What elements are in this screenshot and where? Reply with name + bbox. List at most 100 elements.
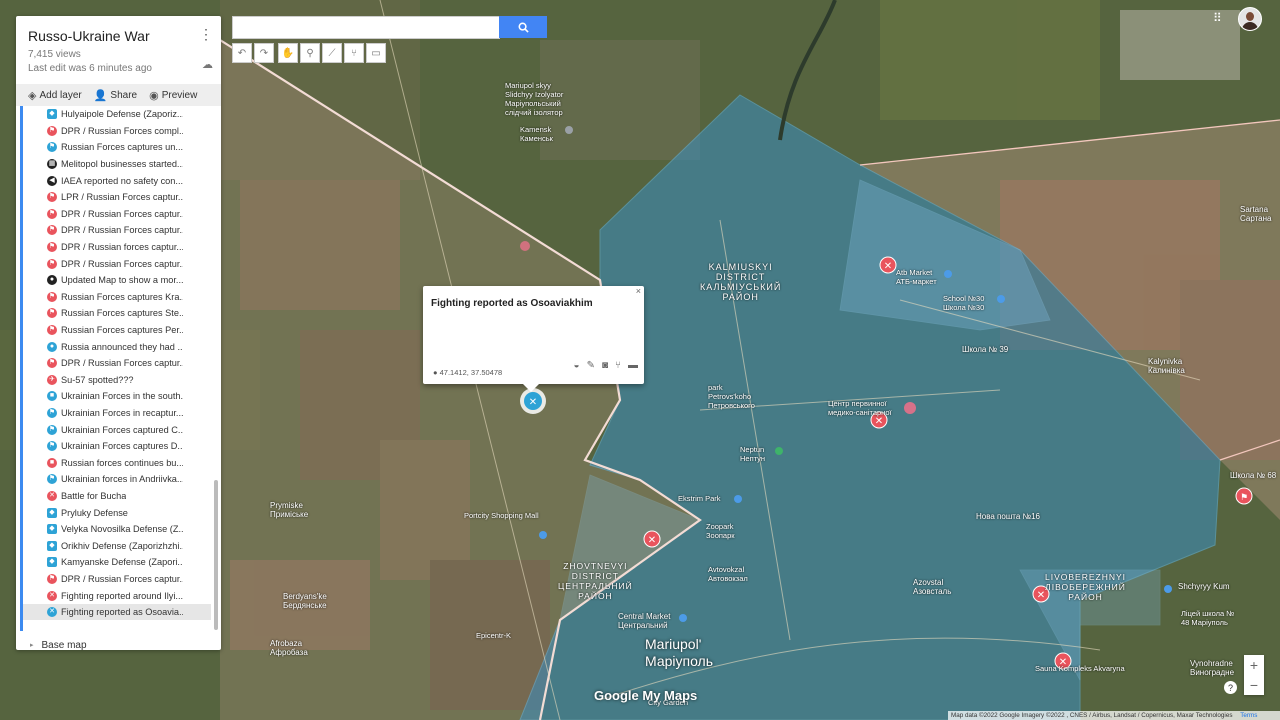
share-button[interactable]: 👤 Share [94, 89, 137, 102]
flag-icon: ⚑ [47, 208, 57, 219]
add-marker-icon[interactable]: ⚲ [300, 43, 320, 63]
directions-icon[interactable]: ⑂ [344, 43, 364, 63]
defense-icon: ◆ [47, 109, 57, 120]
map-label-poi: Mariupol skyy Slidchyy Izolyator Маріупо… [505, 81, 564, 117]
list-item[interactable]: ■ Ukrainian Forces in the south... [23, 388, 211, 405]
list-item[interactable]: ⚑ DPR / Russian Forces captur... [23, 206, 211, 223]
draw-line-icon[interactable]: ⟋ [322, 43, 342, 63]
map-label-district: ZHOVTNEVYI DISTRICT ЦЕНТРАЛЬНИЙ РАЙОН [558, 561, 633, 601]
list-item[interactable]: ⚑ DPR / Russian Forces captur... [23, 255, 211, 272]
avatar[interactable] [1238, 7, 1262, 31]
list-item[interactable]: ▦ Melitopol businesses started... [23, 156, 211, 173]
close-icon[interactable]: × [636, 286, 641, 296]
list-item[interactable]: ◆ Kamyanske Defense (Zapori... [23, 554, 211, 571]
flag-icon: ⚑ [47, 192, 57, 203]
map-marker-red[interactable]: ✕ [643, 530, 661, 548]
hand-icon[interactable]: ✋ [278, 43, 298, 63]
map-toolbar: ↶ ↷ ✋ ⚲ ⟋ ⑂ ▭ [232, 43, 388, 63]
list-item[interactable]: ⚑ LPR / Russian Forces captur... [23, 189, 211, 206]
terms-link[interactable]: Terms [1240, 712, 1257, 719]
list-item[interactable]: ⚑ DPR / Russian Forces captur... [23, 222, 211, 239]
list-item[interactable]: ✕ Battle for Bucha [23, 488, 211, 505]
list-item[interactable]: ◆ Pryluky Defense [23, 504, 211, 521]
undo-icon[interactable]: ↶ [232, 43, 252, 63]
search-input[interactable] [232, 16, 500, 39]
map-label-poi: Центр первинної медико-санітарної [828, 399, 892, 417]
list-item[interactable]: ⚑ Ukrainian Forces captures D... [23, 438, 211, 455]
list-scrollbar[interactable] [214, 480, 218, 630]
chevron-right-icon: ▸ [30, 642, 34, 649]
add-person-icon: 👤 [93, 89, 108, 102]
flag-icon: ⚑ [47, 441, 57, 452]
pin-icon: ● [47, 275, 57, 286]
legend-panel: Russo-Ukraine War 7,415 views Last edit … [16, 16, 221, 650]
list-item[interactable]: ◀ IAEA reported no safety con... [23, 172, 211, 189]
feature-info-popup: Fighting reported as Osoaviakhim × ◒ ✎ ◙… [423, 286, 644, 392]
base-map-layer[interactable]: ▸ Base map [16, 638, 221, 651]
list-item[interactable]: ● Russia announced they had ... [23, 338, 211, 355]
trash-icon[interactable]: ▬ [628, 360, 638, 371]
flag-icon: ⚑ [47, 358, 57, 369]
ruler-icon[interactable]: ▭ [366, 43, 386, 63]
redo-icon[interactable]: ↷ [254, 43, 274, 63]
list-item[interactable]: ✈ Su-57 spotted??? [23, 372, 211, 389]
directions-icon[interactable]: ⑂ [615, 360, 621, 371]
map-label-poi: Ліцей школа № 48 Маріуполь [1181, 609, 1235, 627]
list-item[interactable]: ⚑ DPR / Russian forces captur... [23, 239, 211, 256]
plane-icon: ✈ [47, 374, 57, 385]
paint-bucket-icon[interactable]: ◒ [574, 360, 580, 371]
map-label-poi: Kamensk Каменськ [520, 125, 553, 143]
battle-icon: ✕ [47, 590, 57, 601]
list-item[interactable]: ⚑ DPR / Russian Forces captur... [23, 355, 211, 372]
map-label-poi: Shchyryy Kum [1178, 582, 1230, 591]
pin-icon: ● [433, 368, 438, 377]
list-item[interactable]: ⚑ Ukrainian forces in Andriivka... [23, 471, 211, 488]
list-item[interactable]: ⚑ Russian Forces captures Kra... [23, 289, 211, 306]
list-item[interactable]: ■ Russian forces continues bu... [23, 454, 211, 471]
list-item[interactable]: ⚑ DPR / Russian Forces compl... [23, 123, 211, 140]
list-item[interactable]: ⚑ Ukrainian Forces in recaptur... [23, 405, 211, 422]
map-label-poi: Zoopark Зоопарк [706, 522, 735, 540]
map-label-poi: Школа № 68 [1230, 471, 1277, 480]
defense-icon: ◆ [47, 540, 57, 551]
eye-icon: ◉ [149, 89, 159, 102]
search-button[interactable] [499, 16, 547, 38]
apps-grid-icon[interactable]: ⠿ [1213, 11, 1222, 25]
list-item[interactable]: ⚑ DPR / Russian Forces captur... [23, 571, 211, 588]
pin-icon: ● [47, 341, 57, 352]
add-layer-button[interactable]: ◈ Add layer [28, 89, 82, 102]
camera-icon[interactable]: ◙ [602, 360, 608, 371]
map-label-town: Sartana Сартана [1240, 205, 1272, 223]
list-item[interactable]: ⚑ Russian Forces captures Ste... [23, 305, 211, 322]
list-item[interactable]: ◆ Orikhiv Defense (Zaporizhzhi... [23, 537, 211, 554]
list-item[interactable]: ⚑ Russian Forces captures un... [23, 139, 211, 156]
zoom-out-icon[interactable]: − [1244, 675, 1264, 695]
map-marker-flag[interactable]: ⚑ [1235, 487, 1253, 505]
layer-item-list: ◆ Hulyaipole Defense (Zaporiz... ⚑ DPR / R… [20, 106, 211, 631]
flag-icon: ⚑ [47, 291, 57, 302]
flag-icon: ⚑ [47, 407, 57, 418]
list-item[interactable]: ◆ Hulyaipole Defense (Zaporiz... [23, 106, 211, 123]
list-item[interactable]: ⚑ Ukrainian Forces captured C... [23, 421, 211, 438]
list-item[interactable]: ⚑ Russian Forces captures Per... [23, 322, 211, 339]
more-options-icon[interactable]: ⋮ [199, 26, 213, 43]
map-label-town: Prymiske Примiське [270, 501, 309, 519]
edit-icon[interactable]: ✎ [587, 360, 595, 371]
zoom-in-icon[interactable]: + [1244, 655, 1264, 675]
map-attribution: Map data ©2022 Google Imagery ©2022 , CN… [948, 711, 1280, 720]
list-item[interactable]: ◆ Velyka Novosilka Defense (Z... [23, 521, 211, 538]
flag-icon: ⚑ [47, 325, 57, 336]
list-item[interactable]: ● Updated Map to show a mor... [23, 272, 211, 289]
list-item-selected[interactable]: ✕ Fighting reported as Osoavia... [23, 603, 211, 621]
map-title[interactable]: Russo-Ukraine War [28, 28, 209, 44]
map-label-poi: Central Market Центральний [618, 612, 671, 630]
map-label-poi: Epicentr-K [476, 631, 512, 640]
zoom-control: + − [1244, 655, 1264, 695]
svg-text:⚑: ⚑ [1240, 493, 1248, 503]
help-icon[interactable]: ? [1224, 681, 1237, 694]
list-item[interactable]: ✕ Fighting reported around Ilyi... [23, 587, 211, 604]
map-label-poi: Ekstrim Park [678, 494, 721, 503]
map-marker-red[interactable]: ✕ [879, 256, 897, 274]
preview-button[interactable]: ◉ Preview [149, 89, 197, 102]
tank-icon: ■ [47, 391, 57, 402]
